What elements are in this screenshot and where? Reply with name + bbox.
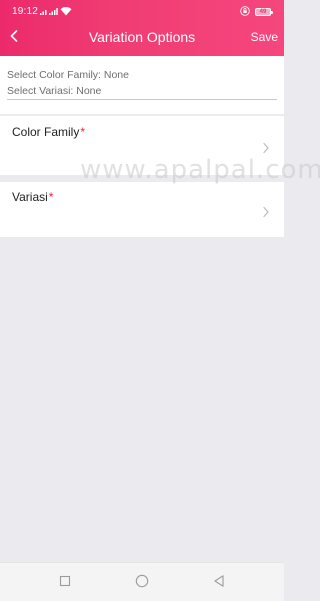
required-asterisk: * xyxy=(48,190,54,204)
status-time: 19:12 xyxy=(12,6,39,17)
page-title: Variation Options xyxy=(88,29,196,45)
variasi-label: Variasi* xyxy=(12,190,54,204)
app-header: 19:12 49 Variation Options Save xyxy=(0,0,284,56)
rotation-lock-icon xyxy=(240,6,250,16)
chevron-right-icon xyxy=(263,206,269,218)
wifi-icon xyxy=(60,6,72,16)
circle-icon xyxy=(135,574,149,588)
summary-divider xyxy=(7,99,277,100)
color-family-label: Color Family* xyxy=(12,125,86,139)
toolbar: Variation Options Save xyxy=(0,22,284,52)
square-icon xyxy=(59,575,71,587)
system-nav-bar xyxy=(0,562,284,601)
home-button[interactable] xyxy=(135,574,149,588)
signal-icon xyxy=(40,7,58,15)
recent-apps-button[interactable] xyxy=(58,574,72,588)
chevron-right-icon xyxy=(263,142,269,154)
system-back-button[interactable] xyxy=(212,574,226,588)
variasi-option[interactable]: Variasi* xyxy=(0,182,284,237)
selection-summary: Select Color Family: None Select Variasi… xyxy=(0,56,284,114)
variasi-summary: Select Variasi: None xyxy=(7,85,102,97)
triangle-back-icon xyxy=(214,575,224,587)
save-button[interactable]: Save xyxy=(251,30,278,44)
status-bar: 19:12 49 xyxy=(0,0,284,22)
color-family-option[interactable]: Color Family* xyxy=(0,116,284,175)
required-asterisk: * xyxy=(80,125,86,139)
color-family-summary: Select Color Family: None xyxy=(7,69,129,81)
battery-icon: 49 xyxy=(255,8,273,16)
